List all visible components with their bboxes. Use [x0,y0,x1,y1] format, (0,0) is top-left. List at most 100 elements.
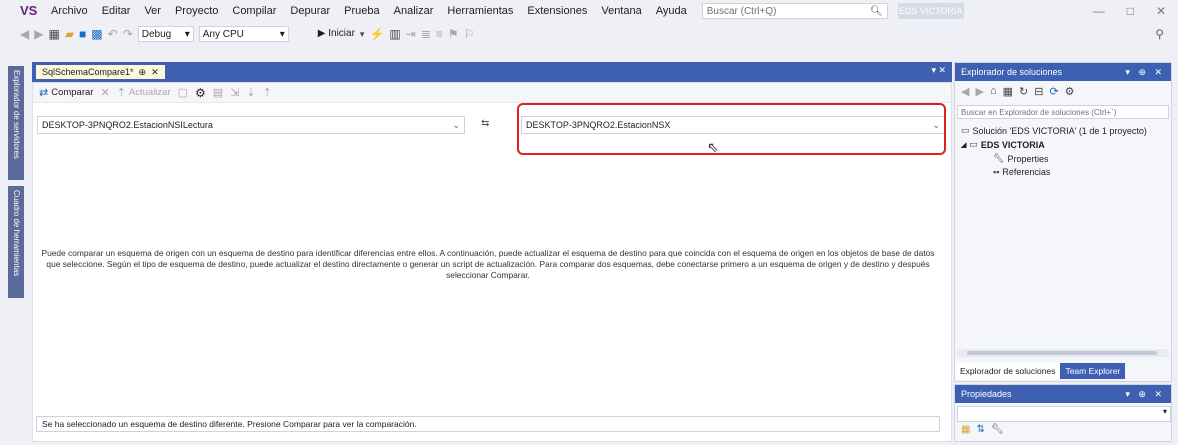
bookmark-icon[interactable]: ⚑ [448,26,459,42]
source-schema-select[interactable]: DESKTOP-3PNQRO2.EstacionNSILectura ⌄ [37,116,465,134]
back-icon[interactable]: ◀ [961,85,969,98]
menu-proyecto[interactable]: Proyecto [168,0,225,22]
close-button[interactable]: ✕ [1156,4,1166,18]
menu-ventana[interactable]: Ventana [594,0,648,22]
tree-item-properties[interactable]: 🔧︎ Properties [993,153,1048,164]
panel-controls[interactable]: ▾ ⊕ ✕ [1125,389,1165,400]
pending-changes-icon[interactable]: ↻ [1019,85,1028,98]
collapse-all-icon[interactable]: ⊟ [1034,85,1043,98]
close-icon[interactable]: ✕ [151,67,159,78]
bookmark-prev-icon[interactable]: ⚐ [464,26,475,42]
menu-bar: VS Archivo Editar Ver Proyecto Compilar … [0,0,1178,22]
minimize-button[interactable]: — [1093,4,1105,18]
properties-object-select[interactable]: ▾ [957,406,1171,422]
toolbox-tab-label: Cuadro de herramientas [12,190,21,277]
solution-explorer-title: Explorador de soluciones [961,67,1063,77]
refresh-icon[interactable]: ⟳ [1049,85,1058,98]
visual-studio-logo-icon: VS [20,3,38,18]
next-change-icon[interactable]: ⇣ [246,86,255,99]
solution-platform-select[interactable]: Any CPU ▾ [198,26,289,42]
menu-analizar[interactable]: Analizar [387,0,441,22]
chevron-down-icon: ▾ [1162,407,1167,416]
tree-item-solution[interactable]: ▭ Solución 'EDS VICTORIA' (1 de 1 proyec… [961,125,1147,136]
solution-icon: ▭ [961,125,970,135]
generate-script-icon[interactable]: ▢ [178,86,188,99]
home-icon[interactable]: ⌂ [990,85,997,98]
tab-row-controls[interactable]: ▾ ✕ [931,65,946,76]
compare-icon: ⇄ [39,87,49,99]
prev-change-icon[interactable]: ⇡ [263,86,272,99]
compare-button[interactable]: Comparar [51,87,93,98]
quick-search-input[interactable]: Buscar (Ctrl+Q) 🔍︎ [701,3,888,19]
step-over-icon[interactable]: ⇥ [406,26,416,42]
menu-editar[interactable]: Editar [95,0,138,22]
uncomment-icon[interactable]: ≡ [436,26,443,42]
menu-herramientas[interactable]: Herramientas [440,0,520,22]
update-button[interactable]: Actualizar [129,87,171,98]
chevron-down-icon: ▾ [184,28,190,40]
server-explorer-tab[interactable]: Explorador de servidores [8,66,24,180]
menu-compilar[interactable]: Compilar [225,0,283,22]
document-tab-row: SqlSchemaCompare1* ⊕ ✕ ▾ ✕ [32,62,952,82]
filter-icon[interactable]: ▤ [213,86,223,99]
layout-icon[interactable]: ▥ [389,26,400,42]
categorized-icon[interactable]: ▦ [961,424,970,435]
group-icon[interactable]: ⇲ [230,86,239,99]
swap-direction-button[interactable]: ⇆ [481,118,489,129]
tab-team-explorer[interactable]: Team Explorer [1060,363,1126,379]
forward-icon[interactable]: ▶ [975,85,983,98]
references-label: Referencias [1002,167,1051,177]
tree-item-project[interactable]: ◢ ▭ EDS VICTORIA [961,139,1045,150]
source-schema-value: DESKTOP-3PNQRO2.EstacionNSILectura [42,120,213,130]
status-message: Se ha seleccionado un esquema de destino… [36,416,940,432]
horizontal-scrollbar[interactable] [957,349,1169,357]
scrollbar-thumb[interactable] [967,351,1157,355]
start-button[interactable]: ▶ Iniciar [318,26,355,42]
menu-depurar[interactable]: Depurar [283,0,337,22]
panel-controls[interactable]: ▾ ⊕ ✕ [1125,67,1165,78]
solution-title: EDS VICTORIA [897,3,964,19]
new-project-icon[interactable]: ▦ [48,26,59,42]
alphabetical-icon[interactable]: ⇅ [976,424,984,435]
menu-archivo[interactable]: Archivo [44,0,95,22]
chevron-down-icon[interactable]: ▾ [360,26,365,42]
tab-sqlschemacompare[interactable]: SqlSchemaCompare1* ⊕ ✕ [36,65,165,79]
expand-icon[interactable]: ◢ [961,141,966,149]
window-controls: — □ ✕ [1093,4,1178,18]
tree-item-references[interactable]: ▪▪ Referencias [993,167,1050,177]
comment-icon[interactable]: ≣ [421,26,431,42]
hot-reload-icon[interactable]: ⚡ [369,26,384,42]
switch-views-icon[interactable]: ▦ [1003,85,1013,98]
properties-toolbar: ▦ ⇅ 🔧︎ [961,424,1004,435]
menu-ayuda[interactable]: Ayuda [649,0,694,22]
left-tool-strip: Explorador de servidores Cuadro de herra… [0,62,32,445]
pin-icon[interactable]: ⊕ [139,67,147,78]
forward-icon[interactable]: ▶ [34,26,43,42]
save-icon[interactable]: ■ [79,26,86,42]
menu-prueba[interactable]: Prueba [337,0,386,22]
menu-ver[interactable]: Ver [137,0,168,22]
property-pages-icon[interactable]: 🔧︎ [991,424,1004,435]
redo-icon[interactable]: ↷ [123,26,133,42]
save-all-icon[interactable]: ▩ [91,26,102,42]
toolbox-tab[interactable]: Cuadro de herramientas [8,186,24,298]
overflow-icon[interactable]: ⚲ [1155,26,1164,42]
stop-icon[interactable]: ✕ [100,86,109,99]
solution-platform-value: Any CPU [202,28,244,40]
solution-configuration-select[interactable]: Debug ▾ [137,26,194,42]
options-gear-icon[interactable]: ⚙ [195,86,206,100]
solution-explorer-title-bar: Explorador de soluciones ▾ ⊕ ✕ [955,63,1171,81]
wrench-icon: 🔧︎ [993,153,1005,163]
properties-icon[interactable]: ⚙ [1065,85,1075,98]
quick-search-placeholder: Buscar (Ctrl+Q) [706,5,777,17]
back-icon[interactable]: ◀ [20,26,29,42]
undo-icon[interactable]: ↶ [108,26,118,42]
solution-explorer-search-input[interactable]: Buscar en Explorador de soluciones (Ctrl… [957,105,1169,119]
tab-solution-explorer[interactable]: Explorador de soluciones [955,363,1061,379]
schema-compare-toolbar: ⇄ Comparar ✕ ⇡ Actualizar ▢ ⚙ ▤ ⇲ ⇣ ⇡ [33,83,951,103]
menu-extensiones[interactable]: Extensiones [520,0,594,22]
properties-label: Properties [1007,153,1049,164]
server-explorer-tab-label: Explorador de servidores [12,70,21,159]
open-file-icon[interactable]: ▰ [65,26,74,42]
maximize-button[interactable]: □ [1127,4,1134,18]
